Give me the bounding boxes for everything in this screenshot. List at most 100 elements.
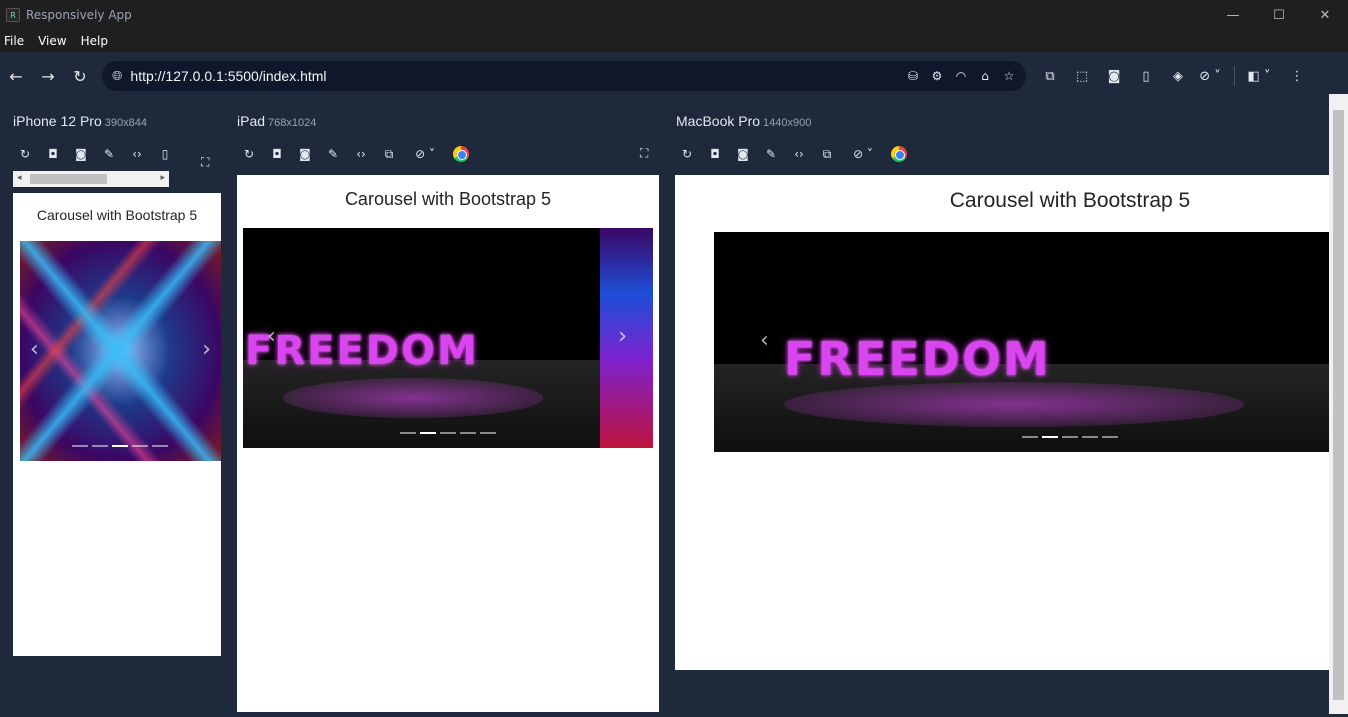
file-icon[interactable]: ▯ <box>1130 69 1162 84</box>
indicator[interactable] <box>400 432 416 434</box>
scrollbar-thumb[interactable] <box>30 174 107 184</box>
full-screenshot-icon[interactable]: ◘ <box>701 147 729 161</box>
reload-icon[interactable]: ↻ <box>11 147 39 161</box>
page-title: Carousel with Bootstrap 5 <box>949 189 1191 212</box>
device-toolbar-iphone: ↻ ◘ ◙ ✎ ‹› ▯ <box>11 144 179 164</box>
network-icon[interactable]: ◠ <box>952 69 970 83</box>
rotate-icon[interactable]: ⧉ <box>813 147 841 162</box>
layers-icon[interactable]: ◈ <box>1162 69 1194 84</box>
maximize-button[interactable]: ☐ <box>1256 0 1302 30</box>
scrollbar-thumb[interactable] <box>1333 110 1344 700</box>
carousel-next-icon[interactable]: › <box>202 337 211 362</box>
scroll-left-icon[interactable]: ◂ <box>17 173 22 183</box>
reload-icon[interactable]: ↻ <box>673 147 701 161</box>
indicator[interactable] <box>72 445 88 447</box>
code-icon[interactable]: ‹› <box>785 147 813 161</box>
indicator[interactable] <box>420 432 436 434</box>
fullscreen-icon[interactable]: ⛶ <box>201 155 209 170</box>
app-logo-icon: R <box>6 8 20 22</box>
code-icon[interactable]: ‹› <box>347 147 375 161</box>
device-size: 390x844 <box>104 117 147 129</box>
devtools-icon[interactable]: ✎ <box>95 147 123 161</box>
carousel: FREEDOM ‹ <box>714 232 1329 452</box>
device-size: 768x1024 <box>268 117 317 129</box>
fullscreen-icon[interactable]: ⛶ <box>640 146 648 161</box>
url-text[interactable]: http://127.0.0.1:5500/index.html <box>130 68 326 84</box>
home-icon[interactable]: ⌂ <box>976 69 994 83</box>
hide-icon[interactable]: ⊘ ˅ <box>1194 69 1226 84</box>
indicator[interactable] <box>112 445 128 447</box>
screenshot-icon[interactable]: ◙ <box>67 147 95 161</box>
navigation-bar: ← → ↻ 🌐︎ http://127.0.0.1:5500/index.htm… <box>0 52 1348 100</box>
indicator[interactable] <box>1062 436 1078 438</box>
more-menu-icon[interactable]: ⋮ <box>1281 69 1313 84</box>
indicator[interactable] <box>1082 436 1098 438</box>
hide-icon[interactable]: ⊘ ˅ <box>403 147 447 161</box>
forward-arrow-icon[interactable]: → <box>32 60 64 92</box>
reload-icon[interactable]: ↻ <box>235 147 263 161</box>
clear-storage-icon[interactable]: ⛁ <box>904 69 922 83</box>
device-title-iphone: iPhone 12 Pro 390x844 <box>13 113 147 129</box>
screenshot-icon[interactable]: ◙ <box>1098 69 1130 84</box>
toolbar-divider <box>1234 66 1235 86</box>
devtools-icon[interactable]: ✎ <box>757 147 785 161</box>
window-controls: — ☐ ✕ <box>1210 0 1348 30</box>
carousel-next-icon[interactable]: › <box>618 324 627 349</box>
indicator[interactable] <box>92 445 108 447</box>
carousel-indicators <box>400 432 496 434</box>
clear-cookies-icon[interactable]: ⚙ <box>928 69 946 83</box>
hide-icon[interactable]: ⊘ ˅ <box>841 147 885 161</box>
page-title: Carousel with Bootstrap 5 <box>36 207 198 223</box>
screenshot-icon[interactable]: ◙ <box>729 147 757 161</box>
code-icon[interactable]: ‹› <box>123 147 151 161</box>
carousel-prev-icon[interactable]: ‹ <box>267 324 276 349</box>
rotate-icon[interactable]: ⧉ <box>375 147 403 162</box>
indicator[interactable] <box>1022 436 1038 438</box>
back-arrow-icon[interactable]: ← <box>0 60 32 92</box>
menu-file[interactable]: File <box>0 34 28 48</box>
carousel-indicators <box>72 445 168 447</box>
close-button[interactable]: ✕ <box>1302 0 1348 30</box>
device-frame-ipad: Carousel with Bootstrap 5 FREEDOM ‹ › <box>237 175 659 712</box>
full-screenshot-icon[interactable]: ◘ <box>263 147 291 161</box>
carousel: ‹ › <box>20 241 221 461</box>
screenshot-icon[interactable]: ◙ <box>291 147 319 161</box>
title-bar: R Responsively App — ☐ ✕ <box>0 0 1348 30</box>
rotate-devices-icon[interactable]: ⧉ <box>1034 69 1066 84</box>
carousel-prev-icon[interactable]: ‹ <box>760 328 769 353</box>
menu-bar: File View Help <box>0 30 1348 52</box>
minimize-button[interactable]: — <box>1210 0 1256 30</box>
device-name: iPhone 12 Pro <box>13 113 102 129</box>
rotate-icon[interactable]: ▯ <box>151 147 179 161</box>
glow <box>784 382 1244 427</box>
vertical-scrollbar[interactable] <box>1329 94 1348 714</box>
indicator[interactable] <box>480 432 496 434</box>
chrome-icon[interactable] <box>453 146 469 162</box>
inspect-element-icon[interactable]: ⬚ <box>1066 69 1098 84</box>
indicator[interactable] <box>440 432 456 434</box>
reload-icon[interactable]: ↻ <box>64 60 96 92</box>
carousel-indicators <box>1022 436 1118 438</box>
carousel-prev-icon[interactable]: ‹ <box>30 337 39 362</box>
indicator[interactable] <box>460 432 476 434</box>
global-toolbar: ⧉ ⬚ ◙ ▯ ◈ ⊘ ˅ ◧ ˅ ⋮ <box>1034 61 1313 91</box>
indicator[interactable] <box>1042 436 1058 438</box>
glow <box>283 378 543 418</box>
menu-help[interactable]: Help <box>77 34 112 48</box>
device-frame-macbook: Carousel with Bootstrap 5 FREEDOM ‹ <box>675 175 1329 670</box>
star-icon[interactable]: ☆ <box>1000 69 1018 83</box>
indicator[interactable] <box>132 445 148 447</box>
device-toolbar-macbook: ↻ ◘ ◙ ✎ ‹› ⧉ ⊘ ˅ <box>673 144 907 164</box>
devtools-icon[interactable]: ✎ <box>319 147 347 161</box>
horizontal-scrollbar[interactable]: ◂ ▸ <box>13 171 169 187</box>
menu-view[interactable]: View <box>34 34 70 48</box>
address-bar[interactable]: 🌐︎ http://127.0.0.1:5500/index.html ⛁ ⚙ … <box>102 61 1026 91</box>
full-screenshot-icon[interactable]: ◘ <box>39 147 67 161</box>
indicator[interactable] <box>152 445 168 447</box>
indicator[interactable] <box>1102 436 1118 438</box>
preview-layout-icon[interactable]: ◧ ˅ <box>1243 69 1275 84</box>
device-name: MacBook Pro <box>676 113 761 129</box>
device-toolbar-ipad: ↻ ◘ ◙ ✎ ‹› ⧉ ⊘ ˅ <box>235 144 469 164</box>
chrome-icon[interactable] <box>891 146 907 162</box>
scroll-right-icon[interactable]: ▸ <box>160 173 165 183</box>
